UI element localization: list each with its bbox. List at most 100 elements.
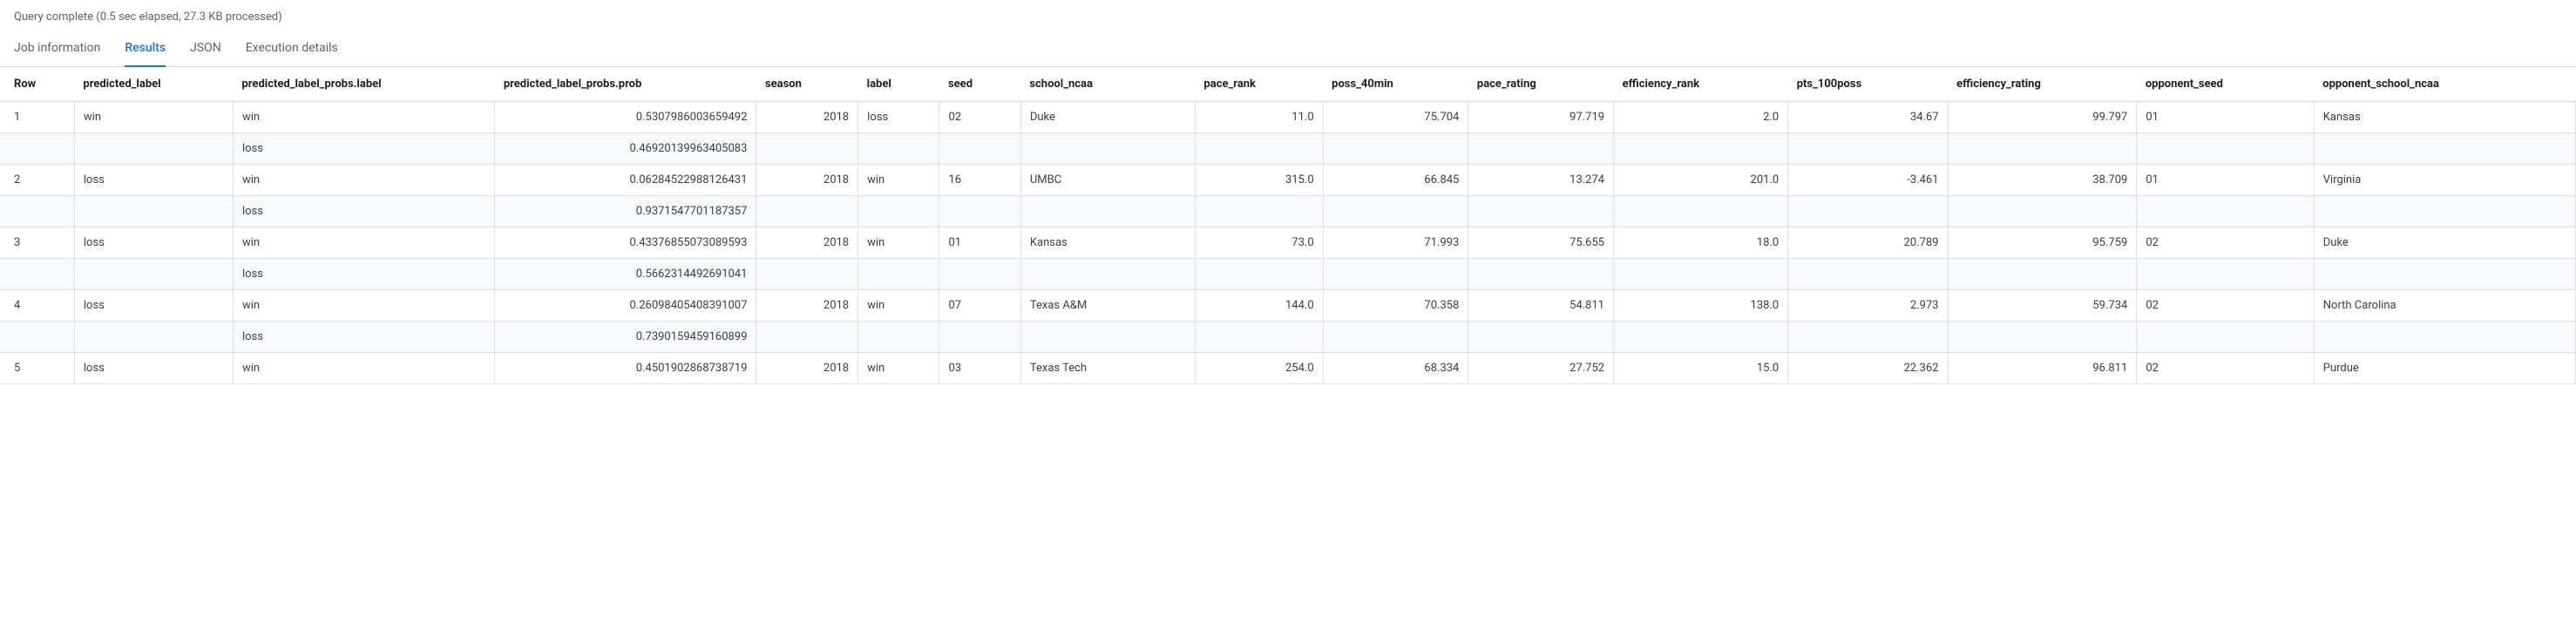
- table-row[interactable]: 5losswin0.45019028687387192018win03Texas…: [0, 353, 2576, 384]
- cell-pace-rank: 11.0: [1195, 102, 1323, 133]
- cell-pts-100poss: 22.362: [1788, 353, 1948, 384]
- cell-probs-label: win: [233, 290, 494, 322]
- cell-poss-40min: [1323, 196, 1468, 227]
- cell-efficiency-rating: [1948, 133, 2137, 165]
- tab-results[interactable]: Results: [125, 32, 166, 67]
- cell-probs-label: win: [233, 353, 494, 384]
- cell-label: [858, 196, 939, 227]
- cell-efficiency-rating: [1948, 196, 2137, 227]
- col-header-efficiency-rank[interactable]: efficiency_rank: [1614, 67, 1788, 102]
- tab-execution-details[interactable]: Execution details: [246, 32, 338, 67]
- cell-pace-rating: 13.274: [1468, 165, 1614, 196]
- cell-school-ncaa: Texas A&M: [1020, 290, 1195, 322]
- table-row[interactable]: loss0.46920139963405083: [0, 133, 2576, 165]
- cell-efficiency-rating: [1948, 322, 2137, 353]
- col-header-row[interactable]: Row: [0, 67, 74, 102]
- col-header-pace-rating[interactable]: pace_rating: [1468, 67, 1614, 102]
- cell-predicted-label: win: [74, 102, 233, 133]
- cell-row-index: [0, 259, 74, 290]
- cell-row-index: 3: [0, 227, 74, 259]
- cell-label: win: [858, 353, 939, 384]
- cell-school-ncaa: [1020, 322, 1195, 353]
- cell-probs-prob: 0.5307986003659492: [495, 102, 756, 133]
- cell-opponent-school-ncaa: North Carolina: [2314, 290, 2575, 322]
- col-header-label[interactable]: label: [858, 67, 939, 102]
- results-table-wrap: Row predicted_label predicted_label_prob…: [0, 67, 2576, 384]
- col-header-poss-40min[interactable]: poss_40min: [1323, 67, 1468, 102]
- cell-poss-40min: 70.358: [1323, 290, 1468, 322]
- cell-efficiency-rating: [1948, 259, 2137, 290]
- cell-efficiency-rank: 2.0: [1614, 102, 1788, 133]
- table-row[interactable]: 4losswin0.260984054083910072018win07Texa…: [0, 290, 2576, 322]
- table-row[interactable]: 1winwin0.53079860036594922018loss02Duke1…: [0, 102, 2576, 133]
- cell-predicted-label: [74, 196, 233, 227]
- cell-opponent-seed: [2137, 322, 2314, 353]
- cell-predicted-label: [74, 133, 233, 165]
- cell-opponent-school-ncaa: [2314, 196, 2575, 227]
- cell-probs-prob: 0.06284522988126431: [495, 165, 756, 196]
- cell-season: [756, 322, 858, 353]
- col-header-season[interactable]: season: [756, 67, 858, 102]
- col-header-probs-label[interactable]: predicted_label_probs.label: [233, 67, 494, 102]
- cell-efficiency-rank: 18.0: [1614, 227, 1788, 259]
- cell-label: [858, 133, 939, 165]
- cell-pts-100poss: -3.461: [1788, 165, 1948, 196]
- cell-opponent-school-ncaa: [2314, 259, 2575, 290]
- cell-season: 2018: [756, 227, 858, 259]
- cell-efficiency-rating: 96.811: [1948, 353, 2137, 384]
- tab-json[interactable]: JSON: [190, 32, 221, 67]
- tab-job-information[interactable]: Job information: [14, 32, 100, 67]
- cell-seed: [939, 322, 1020, 353]
- cell-pts-100poss: [1788, 133, 1948, 165]
- col-header-pts-100poss[interactable]: pts_100poss: [1788, 67, 1948, 102]
- cell-probs-label: win: [233, 102, 494, 133]
- col-header-efficiency-rating[interactable]: efficiency_rating: [1948, 67, 2137, 102]
- cell-pts-100poss: 2.973: [1788, 290, 1948, 322]
- cell-row-index: 2: [0, 165, 74, 196]
- cell-seed: [939, 133, 1020, 165]
- table-header-row: Row predicted_label predicted_label_prob…: [0, 67, 2576, 102]
- cell-row-index: 1: [0, 102, 74, 133]
- cell-row-index: [0, 322, 74, 353]
- table-row[interactable]: loss0.9371547701187357: [0, 196, 2576, 227]
- col-header-school-ncaa[interactable]: school_ncaa: [1020, 67, 1195, 102]
- table-row[interactable]: loss0.7390159459160899: [0, 322, 2576, 353]
- table-row[interactable]: 2losswin0.062845229881264312018win16UMBC…: [0, 165, 2576, 196]
- col-header-opponent-seed[interactable]: opponent_seed: [2137, 67, 2314, 102]
- cell-opponent-seed: 02: [2137, 290, 2314, 322]
- cell-pts-100poss: [1788, 259, 1948, 290]
- cell-predicted-label: [74, 259, 233, 290]
- cell-probs-prob: 0.26098405408391007: [495, 290, 756, 322]
- query-status: Query complete (0.5 sec elapsed, 27.3 KB…: [0, 0, 2576, 32]
- cell-opponent-school-ncaa: [2314, 322, 2575, 353]
- cell-pace-rating: [1468, 259, 1614, 290]
- cell-probs-label: loss: [233, 259, 494, 290]
- cell-opponent-seed: 01: [2137, 102, 2314, 133]
- cell-school-ncaa: [1020, 196, 1195, 227]
- table-row[interactable]: loss0.5662314492691041: [0, 259, 2576, 290]
- col-header-predicted-label[interactable]: predicted_label: [74, 67, 233, 102]
- cell-probs-prob: 0.4501902868738719: [495, 353, 756, 384]
- cell-efficiency-rank: 15.0: [1614, 353, 1788, 384]
- col-header-seed[interactable]: seed: [939, 67, 1020, 102]
- cell-efficiency-rank: 201.0: [1614, 165, 1788, 196]
- cell-row-index: 4: [0, 290, 74, 322]
- cell-pace-rank: 73.0: [1195, 227, 1323, 259]
- col-header-probs-prob[interactable]: predicted_label_probs.prob: [495, 67, 756, 102]
- cell-pts-100poss: [1788, 322, 1948, 353]
- cell-season: [756, 259, 858, 290]
- cell-opponent-seed: 02: [2137, 353, 2314, 384]
- cell-probs-prob: 0.46920139963405083: [495, 133, 756, 165]
- table-row[interactable]: 3losswin0.433768550730895932018win01Kans…: [0, 227, 2576, 259]
- cell-poss-40min: 66.845: [1323, 165, 1468, 196]
- cell-school-ncaa: UMBC: [1020, 165, 1195, 196]
- cell-opponent-seed: [2137, 259, 2314, 290]
- cell-label: win: [858, 165, 939, 196]
- cell-efficiency-rank: [1614, 196, 1788, 227]
- cell-row-index: [0, 196, 74, 227]
- cell-pace-rating: [1468, 133, 1614, 165]
- cell-pace-rating: 97.719: [1468, 102, 1614, 133]
- col-header-pace-rank[interactable]: pace_rank: [1195, 67, 1323, 102]
- cell-school-ncaa: [1020, 259, 1195, 290]
- col-header-opponent-school[interactable]: opponent_school_ncaa: [2314, 67, 2575, 102]
